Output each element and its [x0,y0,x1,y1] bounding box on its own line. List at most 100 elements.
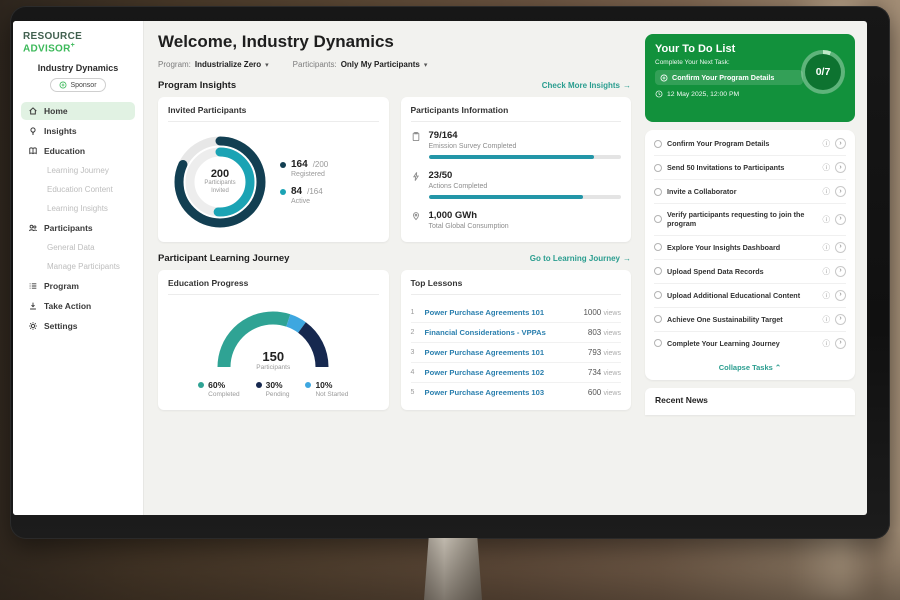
legend-pending: 30% Pending [256,380,290,398]
sidebar-item-education-content[interactable]: Education Content [21,181,135,198]
task-row-invite-collaborator[interactable]: Invite a Collaborator ⓘ › [654,180,846,204]
task-checkbox[interactable] [654,291,662,299]
task-row-complete-learning-journey[interactable]: Complete Your Learning Journey ⓘ › [654,332,846,355]
chevron-right-icon[interactable]: › [835,290,846,301]
sidebar-item-insights[interactable]: Insights [21,122,135,140]
info-icon[interactable]: ⓘ [823,138,831,149]
program-filter[interactable]: Program: Industrialize Zero ▾ [158,60,269,69]
lesson-title[interactable]: Power Purchase Agreements 102 [425,368,581,377]
info-icon[interactable]: ⓘ [823,266,831,277]
lesson-title[interactable]: Power Purchase Agreements 101 [425,308,577,317]
task-checkbox[interactable] [654,140,662,148]
participants-filter[interactable]: Participants: Only My Participants ▾ [293,60,428,69]
info-icon[interactable]: ⓘ [823,338,831,349]
lesson-views-label: views [603,370,621,377]
lesson-views-label: views [603,390,621,397]
chevron-right-icon[interactable]: › [835,266,846,277]
chevron-right-icon[interactable]: › [835,186,846,197]
logo-plus: + [71,42,75,49]
chevron-right-icon[interactable]: › [835,138,846,149]
task-row-confirm-program[interactable]: Confirm Your Program Details ⓘ › [654,132,846,156]
task-checkbox[interactable] [654,339,662,347]
chevron-right-icon[interactable]: › [835,338,846,349]
lesson-row[interactable]: 4 Power Purchase Agreements 102 734 view… [411,363,622,383]
sidebar-item-education[interactable]: Education [21,142,135,160]
recent-news-header: Recent News [645,388,855,415]
task-checkbox[interactable] [654,267,662,275]
lesson-row[interactable]: 5 Power Purchase Agreements 103 600 view… [411,383,622,402]
lessons-card-title: Top Lessons [411,278,622,295]
task-label: Upload Additional Educational Content [667,291,818,300]
info-icon[interactable]: ⓘ [823,162,831,173]
todo-progress-value: 0/7 [816,66,831,78]
sidebar-item-program[interactable]: Program [21,277,135,295]
task-label: Verify participants requesting to join t… [667,210,818,229]
program-filter-value: Industrialize Zero [195,60,261,69]
chevron-right-icon[interactable]: › [835,162,846,173]
todo-next-task[interactable]: Confirm Your Program Details [655,70,803,85]
info-icon[interactable]: ⓘ [823,214,831,225]
sidebar-item-manage-participants[interactable]: Manage Participants [21,258,135,275]
task-row-upload-spend-data[interactable]: Upload Spend Data Records ⓘ › [654,260,846,284]
plus-circle-icon [660,74,668,82]
top-lessons-card: Top Lessons 1 Power Purchase Agreements … [401,270,632,410]
lesson-row[interactable]: 3 Power Purchase Agreements 101 793 view… [411,343,622,363]
task-checkbox[interactable] [654,164,662,172]
info-icon[interactable]: ⓘ [823,186,831,197]
page-title: Welcome, Industry Dynamics [158,32,631,52]
sidebar-item-settings[interactable]: Settings [21,317,135,335]
lesson-row[interactable]: 2 Financial Considerations - VPPAs 803 v… [411,323,622,343]
go-to-learning-journey-link[interactable]: Go to Learning Journey → [530,254,631,263]
sponsor-badge[interactable]: Sponsor [50,78,105,92]
info-icon[interactable]: ⓘ [823,290,831,301]
sidebar-item-general-data[interactable]: General Data [21,239,135,256]
emission-value: 79/164 [429,130,622,141]
info-icon[interactable]: ⓘ [823,242,831,253]
task-checkbox[interactable] [654,215,662,223]
sidebar-item-label: Education Content [47,185,113,194]
legend-completed: 60% Completed [198,380,239,398]
task-row-upload-educational-content[interactable]: Upload Additional Educational Content ⓘ … [654,284,846,308]
task-checkbox[interactable] [654,188,662,196]
info-icon[interactable]: ⓘ [823,314,831,325]
app-logo: RESOURCE ADVISOR+ [21,31,135,54]
participants-information-card: Participants Information 79/164 Emission… [401,97,632,242]
check-more-insights-link[interactable]: Check More Insights → [542,81,631,90]
sidebar-item-take-action[interactable]: Take Action [21,297,135,315]
chevron-right-icon[interactable]: › [835,214,846,225]
lesson-title[interactable]: Financial Considerations - VPPAs [425,328,581,337]
todo-summary-card: Your To Do List Complete Your Next Task:… [645,34,855,122]
take-action-icon [28,301,38,311]
chevron-right-icon[interactable]: › [835,242,846,253]
task-checkbox[interactable] [654,243,662,251]
learning-journey-title: Participant Learning Journey [158,253,289,264]
task-label: Upload Spend Data Records [667,267,818,276]
task-row-verify-participants[interactable]: Verify participants requesting to join t… [654,204,846,236]
insights-cards: Invited Participants 200 Partic [158,97,631,242]
arrow-right-icon: → [623,254,631,263]
gear-icon [28,321,38,331]
task-row-achieve-target[interactable]: Achieve One Sustainability Target ⓘ › [654,308,846,332]
sidebar-item-learning-insights[interactable]: Learning Insights [21,200,135,217]
logo-resource: RESOURCE [23,31,82,42]
collapse-tasks-button[interactable]: Collapse Tasks ⌃ [654,355,846,380]
lesson-title[interactable]: Power Purchase Agreements 103 [425,388,581,397]
main-content: Welcome, Industry Dynamics Program: Indu… [144,21,645,515]
sidebar-item-learning-journey[interactable]: Learning Journey [21,162,135,179]
lesson-views-value: 803 [588,328,601,337]
task-row-send-invitations[interactable]: Send 50 Invitations to Participants ⓘ › [654,156,846,180]
task-label: Invite a Collaborator [667,187,818,196]
sidebar-item-participants[interactable]: Participants [21,219,135,237]
lesson-row[interactable]: 1 Power Purchase Agreements 101 1000 vie… [411,303,622,323]
sidebar-item-home[interactable]: Home [21,102,135,120]
todo-panel: Your To Do List Complete Your Next Task:… [645,21,867,515]
invited-center-label: Participants Invited [198,180,242,196]
lesson-title[interactable]: Power Purchase Agreements 101 [425,348,581,357]
chevron-right-icon[interactable]: › [835,314,846,325]
info-row-emission: 79/164 Emission Survey Completed [411,130,622,159]
filters-row: Program: Industrialize Zero ▾ Participan… [158,60,631,69]
task-row-explore-insights[interactable]: Explore Your Insights Dashboard ⓘ › [654,236,846,260]
lesson-rank: 5 [411,389,418,396]
go-to-learning-journey-label: Go to Learning Journey [530,254,620,263]
task-checkbox[interactable] [654,315,662,323]
